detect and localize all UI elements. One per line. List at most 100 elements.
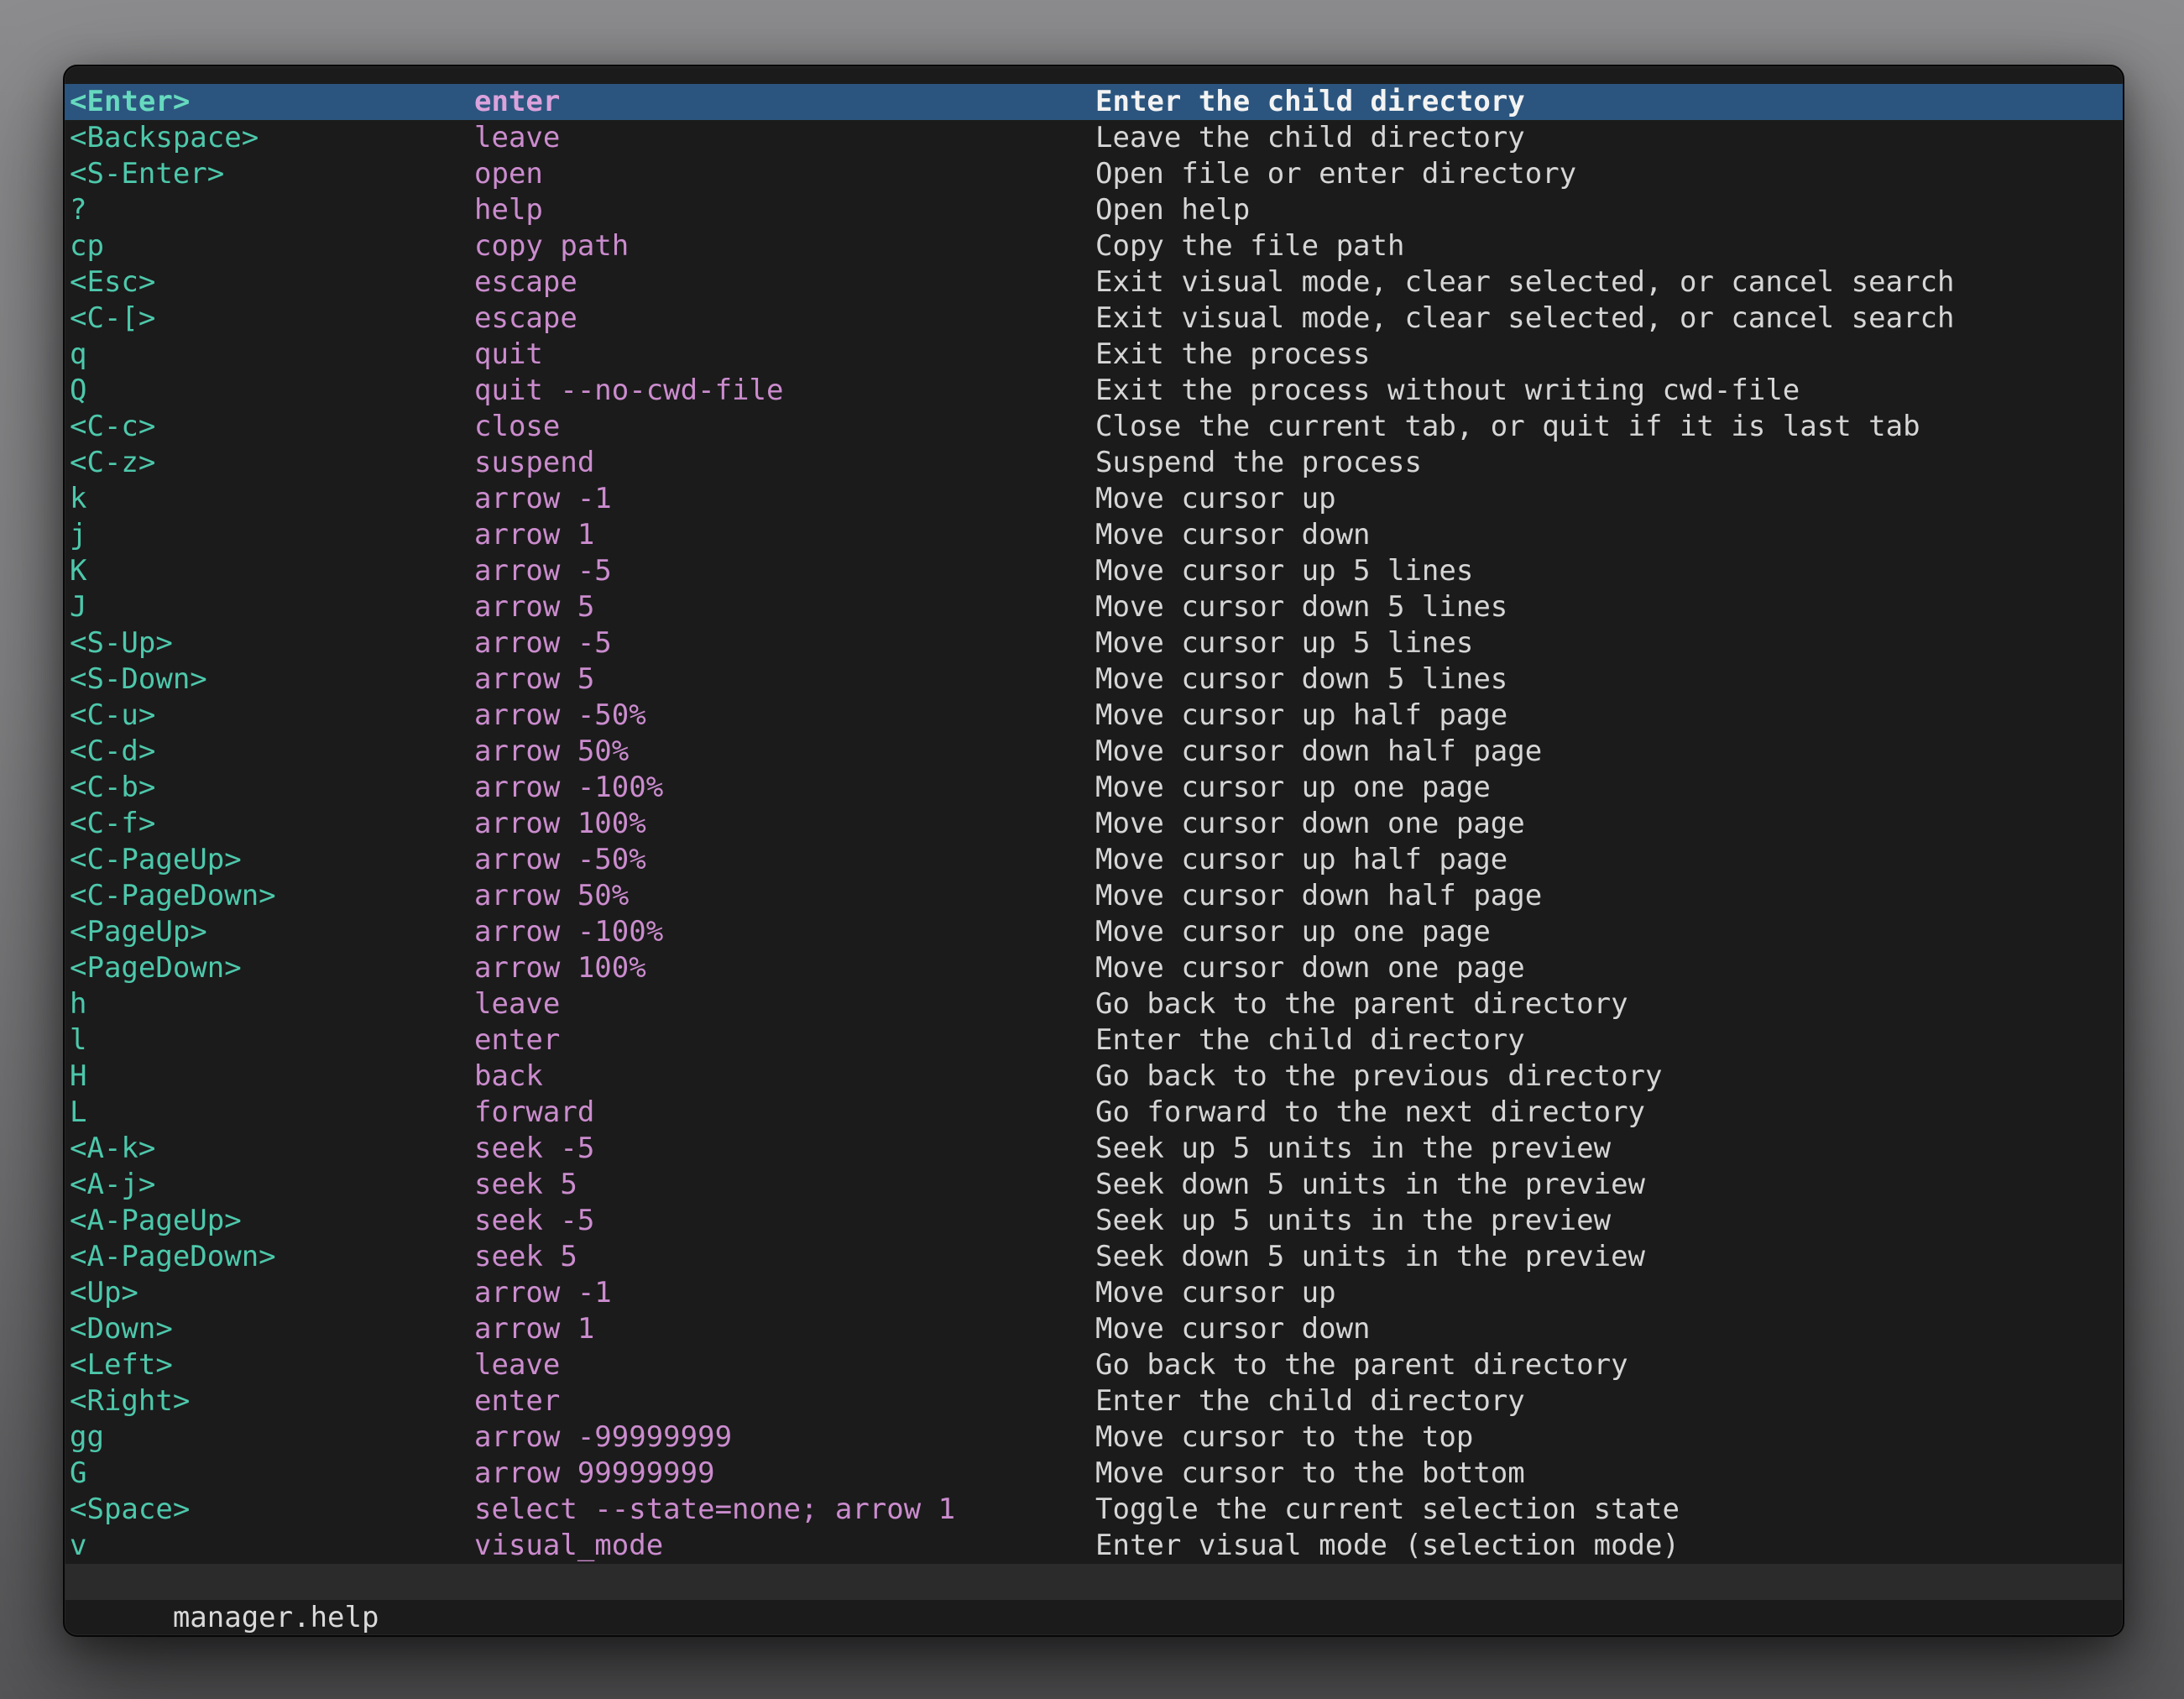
description-cell: Go forward to the next directory — [1095, 1095, 1645, 1131]
command-cell: arrow 5 — [474, 589, 594, 625]
keymap-row[interactable]: gg arrow -99999999 Move cursor to the to… — [65, 1419, 2123, 1456]
key-cell: <Backspace> — [70, 120, 259, 156]
description-cell: Suspend the process — [1095, 445, 1422, 481]
description-cell: Move cursor down half page — [1095, 878, 1542, 914]
command-cell: open — [474, 156, 543, 192]
keymap-row[interactable]: v visual_mode Enter visual mode (selecti… — [65, 1528, 2123, 1564]
keymap-row[interactable]: <C-[> escape Exit visual mode, clear sel… — [65, 301, 2123, 337]
key-cell: cp — [70, 228, 104, 264]
keymap-row[interactable]: cp copy path Copy the file path — [65, 228, 2123, 264]
keymap-row[interactable]: <C-PageDown> arrow 50% Move cursor down … — [65, 878, 2123, 914]
keymap-row[interactable]: <C-u> arrow -50% Move cursor up half pag… — [65, 698, 2123, 734]
keymap-row[interactable]: <C-z> suspend Suspend the process — [65, 445, 2123, 481]
keymap-row[interactable]: <A-PageUp> seek -5 Seek up 5 units in th… — [65, 1203, 2123, 1239]
command-cell: arrow -1 — [474, 481, 612, 517]
keymap-row[interactable]: <A-j> seek 5 Seek down 5 units in the pr… — [65, 1167, 2123, 1203]
key-cell: l — [70, 1022, 86, 1059]
command-cell: arrow -50% — [474, 842, 646, 878]
status-bar: manager.help — [65, 1564, 2123, 1600]
key-cell: G — [70, 1456, 86, 1492]
keymap-row[interactable]: G arrow 99999999 Move cursor to the bott… — [65, 1456, 2123, 1492]
keymap-row[interactable]: <A-k> seek -5 Seek up 5 units in the pre… — [65, 1131, 2123, 1167]
keymap-row[interactable]: q quit Exit the process — [65, 337, 2123, 373]
key-cell: <C-b> — [70, 770, 155, 806]
description-cell: Move cursor up — [1095, 481, 1336, 517]
description-cell: Exit visual mode, clear selected, or can… — [1095, 301, 1955, 337]
keymap-row[interactable]: <C-f> arrow 100% Move cursor down one pa… — [65, 806, 2123, 842]
command-cell: seek -5 — [474, 1131, 594, 1167]
keymap-row[interactable]: <S-Down> arrow 5 Move cursor down 5 line… — [65, 661, 2123, 698]
key-cell: <A-PageUp> — [70, 1203, 242, 1239]
command-cell: escape — [474, 264, 577, 301]
key-cell: <Enter> — [70, 84, 190, 120]
key-cell: <C-[> — [70, 301, 155, 337]
keymap-row[interactable]: <C-c> close Close the current tab, or qu… — [65, 409, 2123, 445]
command-cell: back — [474, 1059, 543, 1095]
command-cell: help — [474, 192, 543, 228]
keymap-row[interactable]: <Space> select --state=none; arrow 1 Tog… — [65, 1492, 2123, 1528]
keymap-row[interactable]: <Esc> escape Exit visual mode, clear sel… — [65, 264, 2123, 301]
key-cell: <Esc> — [70, 264, 155, 301]
keymap-row[interactable]: <C-PageUp> arrow -50% Move cursor up hal… — [65, 842, 2123, 878]
key-cell: H — [70, 1059, 86, 1095]
description-cell: Leave the child directory — [1095, 120, 1525, 156]
keymap-row[interactable]: <C-d> arrow 50% Move cursor down half pa… — [65, 734, 2123, 770]
command-cell: quit --no-cwd-file — [474, 373, 783, 409]
command-cell: arrow 1 — [474, 1311, 594, 1347]
key-cell: <A-j> — [70, 1167, 155, 1203]
keymap-row[interactable]: L forward Go forward to the next directo… — [65, 1095, 2123, 1131]
command-cell: arrow -100% — [474, 770, 663, 806]
description-cell: Move cursor down — [1095, 517, 1371, 553]
description-cell: Move cursor up one page — [1095, 770, 1491, 806]
keymap-row[interactable]: <S-Enter> open Open file or enter direct… — [65, 156, 2123, 192]
description-cell: Enter visual mode (selection mode) — [1095, 1528, 1680, 1564]
keymap-row[interactable]: <C-b> arrow -100% Move cursor up one pag… — [65, 770, 2123, 806]
keymap-row[interactable]: <PageDown> arrow 100% Move cursor down o… — [65, 950, 2123, 986]
keymap-row[interactable]: k arrow -1 Move cursor up — [65, 481, 2123, 517]
keymap-row[interactable]: <S-Up> arrow -5 Move cursor up 5 lines — [65, 625, 2123, 661]
keymap-row[interactable]: <Enter> enter Enter the child directory — [65, 84, 2123, 120]
command-cell: arrow 100% — [474, 806, 646, 842]
description-cell: Enter the child directory — [1095, 1383, 1525, 1419]
keymap-row[interactable]: <Up> arrow -1 Move cursor up — [65, 1275, 2123, 1311]
keymap-row[interactable]: ? help Open help — [65, 192, 2123, 228]
key-cell: <S-Down> — [70, 661, 207, 698]
description-cell: Enter the child directory — [1095, 1022, 1525, 1059]
description-cell: Move cursor up half page — [1095, 698, 1507, 734]
command-cell: leave — [474, 986, 560, 1022]
keymap-row[interactable]: l enter Enter the child directory — [65, 1022, 2123, 1059]
keymap-row[interactable]: <Backspace> leave Leave the child direct… — [65, 120, 2123, 156]
keymap-row[interactable]: <PageUp> arrow -100% Move cursor up one … — [65, 914, 2123, 950]
description-cell: Move cursor up — [1095, 1275, 1336, 1311]
command-cell: copy path — [474, 228, 629, 264]
description-cell: Move cursor to the top — [1095, 1419, 1473, 1456]
keymap-list: <Enter> enter Enter the child directory … — [65, 84, 2123, 1564]
key-cell: <Up> — [70, 1275, 138, 1311]
keymap-row[interactable]: J arrow 5 Move cursor down 5 lines — [65, 589, 2123, 625]
key-cell: k — [70, 481, 86, 517]
command-cell: arrow 100% — [474, 950, 646, 986]
keymap-row[interactable]: h leave Go back to the parent directory — [65, 986, 2123, 1022]
command-cell: forward — [474, 1095, 594, 1131]
keymap-row[interactable]: K arrow -5 Move cursor up 5 lines — [65, 553, 2123, 589]
command-cell: leave — [474, 120, 560, 156]
key-cell: <C-f> — [70, 806, 155, 842]
command-cell: seek 5 — [474, 1167, 577, 1203]
keymap-row[interactable]: j arrow 1 Move cursor down — [65, 517, 2123, 553]
description-cell: Move cursor down half page — [1095, 734, 1542, 770]
command-cell: seek 5 — [474, 1239, 577, 1275]
command-cell: arrow -5 — [474, 625, 612, 661]
keymap-row[interactable]: <Down> arrow 1 Move cursor down — [65, 1311, 2123, 1347]
keymap-row[interactable]: Q quit --no-cwd-file Exit the process wi… — [65, 373, 2123, 409]
keymap-row[interactable]: H back Go back to the previous directory — [65, 1059, 2123, 1095]
key-cell: q — [70, 337, 86, 373]
command-cell: close — [474, 409, 560, 445]
key-cell: j — [70, 517, 86, 553]
description-cell: Open help — [1095, 192, 1250, 228]
keymap-row[interactable]: <A-PageDown> seek 5 Seek down 5 units in… — [65, 1239, 2123, 1275]
key-cell: <A-k> — [70, 1131, 155, 1167]
key-cell: J — [70, 589, 86, 625]
keymap-row[interactable]: <Right> enter Enter the child directory — [65, 1383, 2123, 1419]
status-layer-label: manager.help — [173, 1601, 379, 1634]
keymap-row[interactable]: <Left> leave Go back to the parent direc… — [65, 1347, 2123, 1383]
